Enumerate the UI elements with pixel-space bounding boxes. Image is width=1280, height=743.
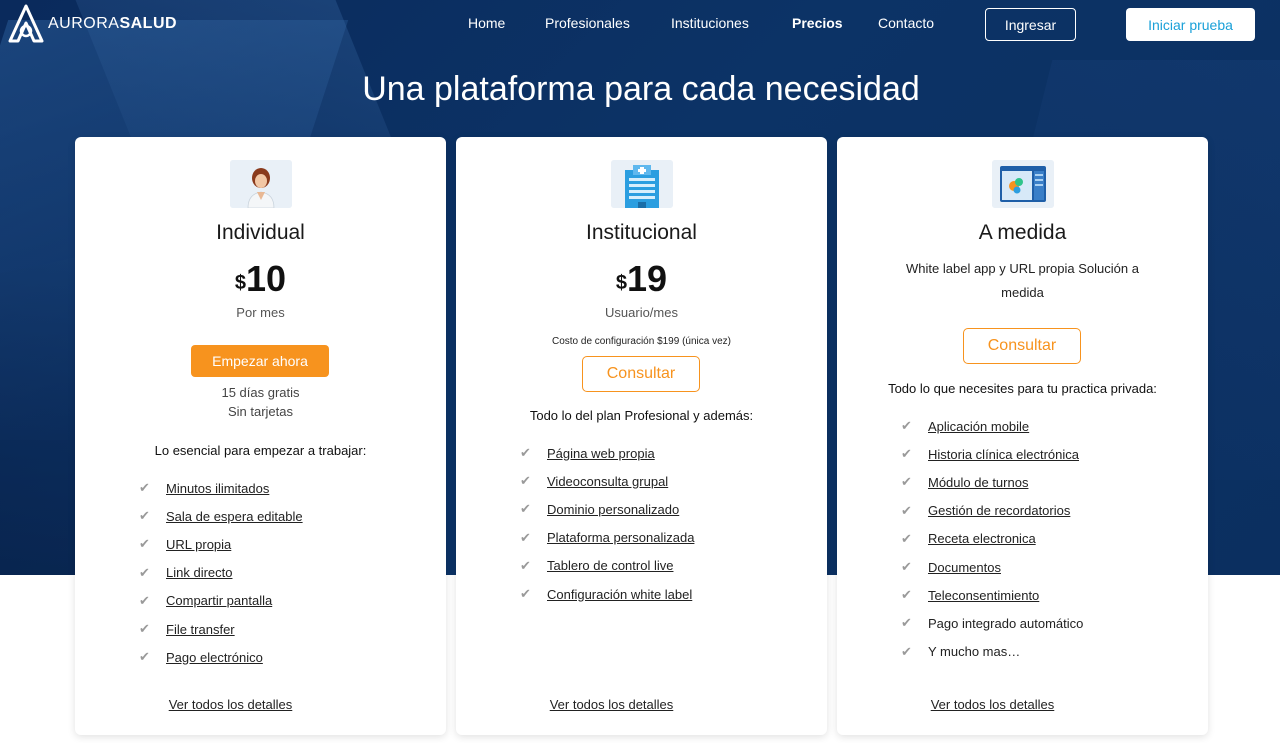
plan-title: A medida — [978, 221, 1067, 244]
list-item[interactable]: ✔ Videoconsulta grupal — [520, 467, 694, 495]
brand-logo[interactable]: AURORASALUD — [6, 3, 177, 45]
features-heading: Todo lo que necesites para tu practica p… — [888, 381, 1157, 396]
nav-precios[interactable]: Precios — [792, 15, 843, 31]
check-icon: ✔ — [139, 508, 150, 524]
list-item[interactable]: ✔ Pago electrónico — [139, 643, 303, 671]
features-heading: Todo lo del plan Profesional y además: — [529, 408, 754, 423]
list-item[interactable]: ✔ Historia clínica electrónica — [901, 440, 1083, 468]
nav-home[interactable]: Home — [468, 15, 505, 31]
check-icon: ✔ — [901, 474, 912, 490]
list-item[interactable]: ✔ Minutos ilimitados — [139, 474, 303, 502]
consult-button[interactable]: Consultar — [582, 356, 700, 392]
check-icon: ✔ — [901, 502, 912, 518]
custom-app-icon — [991, 160, 1054, 208]
trial-note: 15 días gratis — [221, 385, 300, 400]
check-icon: ✔ — [520, 445, 531, 461]
plan-period: Por mes — [236, 305, 285, 320]
start-trial-button[interactable]: Iniciar prueba — [1126, 8, 1255, 41]
list-item[interactable]: ✔ URL propia — [139, 530, 303, 558]
check-icon: ✔ — [520, 557, 531, 573]
no-card-note: Sin tarjetas — [227, 404, 294, 419]
check-icon: ✔ — [901, 615, 912, 631]
nav-profesionales[interactable]: Profesionales — [545, 15, 630, 31]
list-item[interactable]: ✔ Compartir pantalla — [139, 587, 303, 615]
check-icon: ✔ — [139, 480, 150, 496]
page-title: Una plataforma para cada necesidad — [362, 70, 920, 108]
check-icon: ✔ — [139, 536, 150, 552]
list-item[interactable]: ✔ Aplicación mobile — [901, 412, 1083, 440]
check-icon: ✔ — [901, 530, 912, 546]
check-icon: ✔ — [139, 564, 150, 580]
list-item[interactable]: ✔ Link directo — [139, 559, 303, 587]
check-icon: ✔ — [901, 643, 912, 659]
list-item[interactable]: ✔ Tablero de control live — [520, 552, 694, 580]
see-details-link[interactable]: Ver todos los detalles — [45, 697, 416, 712]
list-item[interactable]: ✔ Documentos — [901, 553, 1083, 581]
list-item: ✔ Pago integrado automático — [901, 615, 1084, 631]
see-details-link[interactable]: Ver todos los detalles — [426, 697, 797, 712]
plan-price: $19 — [615, 258, 668, 299]
list-item[interactable]: ✔ Módulo de turnos — [901, 468, 1083, 496]
plan-card-institucional: Institucional $19 Usuario/mes Costo de c… — [456, 137, 827, 735]
list-item[interactable]: ✔ Página web propia — [520, 439, 694, 467]
consult-button[interactable]: Consultar — [963, 328, 1081, 364]
check-icon: ✔ — [139, 621, 150, 637]
aurora-logo-icon — [8, 4, 44, 43]
plan-description: White label app y URL propia Solución a … — [906, 261, 1139, 300]
feature-list: ✔ Aplicación mobile ✔ Historia clínica ele… — [901, 412, 1083, 666]
top-navigation: AURORASALUD Home Profesionales Instituci… — [0, 0, 1280, 48]
plan-period: Usuario/mes — [605, 305, 678, 320]
hospital-icon — [610, 160, 673, 208]
login-button[interactable]: Ingresar — [985, 8, 1076, 41]
nav-contacto[interactable]: Contacto — [878, 15, 934, 31]
check-icon: ✔ — [139, 649, 150, 665]
check-icon: ✔ — [901, 418, 912, 434]
plan-card-a-medida: A medida White label app y URL propia So… — [837, 137, 1208, 735]
see-details-link[interactable]: Ver todos los detalles — [807, 697, 1178, 712]
feature-list: ✔ Página web propia ✔ Videoconsulta grupal… — [520, 439, 694, 608]
list-item[interactable]: ✔ Teleconsentimiento — [901, 581, 1083, 609]
list-item[interactable]: ✔ Sala de espera editable — [139, 502, 303, 530]
list-item[interactable]: ✔ Gestión de recordatorios — [901, 497, 1083, 525]
list-item[interactable]: ✔ File transfer — [139, 615, 303, 643]
feature-list: ✔ Minutos ilimitados ✔ Sala de espera edit… — [139, 474, 303, 671]
features-heading: Lo esencial para empezar a trabajar: — [154, 443, 367, 458]
plan-card-individual: Individual $10 Por mes Empezar ahora 15 … — [75, 137, 446, 735]
plan-title: Individual — [216, 221, 305, 244]
list-item: ✔ Y mucho mas… — [901, 643, 1021, 660]
start-now-button[interactable]: Empezar ahora — [191, 345, 329, 377]
nav-instituciones[interactable]: Instituciones — [671, 15, 749, 31]
brand-name: AURORASALUD — [48, 15, 178, 32]
check-icon: ✔ — [520, 501, 531, 517]
check-icon: ✔ — [139, 592, 150, 608]
list-item[interactable]: ✔ Dominio personalizado — [520, 495, 694, 523]
list-item[interactable]: ✔ Configuración white label — [520, 580, 694, 608]
plan-title: Institucional — [586, 221, 697, 244]
check-icon: ✔ — [901, 559, 912, 575]
check-icon: ✔ — [520, 586, 531, 602]
doctor-icon — [229, 160, 292, 208]
check-icon: ✔ — [901, 587, 912, 603]
check-icon: ✔ — [520, 473, 531, 489]
check-icon: ✔ — [520, 529, 531, 545]
plan-price: $10 — [234, 258, 287, 299]
list-item[interactable]: ✔ Receta electronica — [901, 525, 1083, 553]
check-icon: ✔ — [901, 446, 912, 462]
setup-cost-note: Costo de configuración $199 (única vez) — [552, 336, 731, 347]
list-item[interactable]: ✔ Plataforma personalizada — [520, 524, 694, 552]
